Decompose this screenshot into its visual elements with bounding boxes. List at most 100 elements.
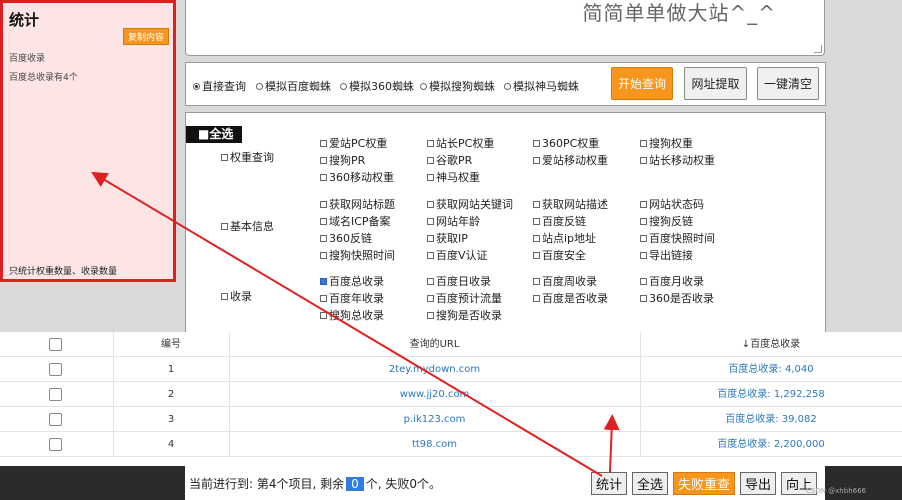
checkbox-icon [320,174,327,181]
option-checkbox[interactable]: 站点ip地址 [533,230,596,246]
option-checkbox[interactable]: 爱站PC权重 [320,135,387,151]
checkbox-icon [640,218,647,225]
checkbox-icon [221,154,228,161]
radio-icon [504,83,511,90]
checkbox-icon [320,218,327,225]
radio-sogou-spider[interactable]: 模拟搜狗蜘蛛 [420,78,495,94]
retry-failed-button[interactable]: 失败重查 [673,472,735,495]
url-textarea[interactable]: 简简单单做大站^_^ [185,0,825,56]
option-checkbox[interactable]: 百度日收录 [427,273,491,289]
table-row: 2 www.jj20.com 百度总收录: 1,292,258 [0,382,902,407]
checkbox-icon [427,278,434,285]
radio-360-spider[interactable]: 模拟360蜘蛛 [340,78,414,94]
checkbox-icon [427,157,434,164]
checkbox-icon [427,140,434,147]
option-checkbox[interactable]: 搜狗反链 [640,213,693,229]
option-checkbox[interactable]: 站长PC权重 [427,135,494,151]
clear-all-button[interactable]: 一键清空 [757,67,819,100]
checkbox-icon [221,223,228,230]
option-checkbox[interactable]: 搜狗权重 [640,135,693,151]
option-checkbox[interactable]: 360PC权重 [533,135,599,151]
option-checkbox[interactable]: 360反链 [320,230,372,246]
category-basic-info[interactable]: 基本信息 [221,218,274,234]
row-checkbox[interactable] [49,363,62,376]
resize-grip-icon[interactable] [814,45,822,53]
option-checkbox[interactable]: 域名ICP备案 [320,213,391,229]
checkbox-icon [320,140,327,147]
option-checkbox[interactable]: 获取网站描述 [533,196,608,212]
checkbox-icon [533,278,540,285]
option-checkbox[interactable]: 百度反链 [533,213,586,229]
row-baidu-total-link[interactable]: 百度总收录: 39,082 [640,407,902,432]
results-table: 编号 查询的URL ↓百度总收录 1 2tey.mydown.com 百度总收录: … [0,332,902,466]
category-weight[interactable]: 权重查询 [221,149,274,165]
checkbox-icon [533,235,540,242]
option-checkbox[interactable]: 百度安全 [533,247,586,263]
row-checkbox[interactable] [49,413,62,426]
stats-panel: 统计 复制内容 百度收录 百度总收录有4个 只统计权重数量、收录数量 [0,0,176,282]
header-url[interactable]: 查询的URL [229,332,640,357]
option-checkbox[interactable]: 搜狗总收录 [320,307,384,323]
option-checkbox[interactable]: 百度预计流量 [427,290,502,306]
row-url-link[interactable]: tt98.com [229,432,640,457]
row-num: 3 [167,414,175,425]
radio-checked-icon [193,83,200,90]
row-url-link[interactable]: p.ik123.com [229,407,640,432]
select-all-toggle[interactable]: ■全选 [186,126,242,143]
option-checkbox[interactable]: 百度周收录 [533,273,597,289]
select-all-button[interactable]: 全选 [632,472,668,495]
option-checkbox[interactable]: 获取网站标题 [320,196,395,212]
row-checkbox[interactable] [49,388,62,401]
checkbox-icon [640,235,647,242]
row-url-link[interactable]: www.jj20.com [229,382,640,407]
row-num: 1 [167,364,175,375]
option-checkbox[interactable]: 百度年收录 [320,290,384,306]
stats-title: 统计 [9,11,40,29]
radio-icon [420,83,427,90]
radio-direct-query[interactable]: 直接查询 [193,78,246,94]
header-checkbox[interactable] [49,338,62,351]
option-checkbox[interactable]: 百度总收录 [320,273,384,289]
checkbox-icon [427,295,434,302]
row-baidu-total-link[interactable]: 百度总收录: 4,040 [640,357,902,382]
header-baidu-total[interactable]: ↓百度总收录 [640,332,902,357]
option-checkbox[interactable]: 获取IP [427,230,468,246]
header-num[interactable]: 编号 [113,332,229,357]
stats-button[interactable]: 统计 [591,472,627,495]
option-checkbox[interactable]: 360移动权重 [320,169,394,185]
option-checkbox[interactable]: 神马权重 [427,169,480,185]
radio-baidu-spider[interactable]: 模拟百度蜘蛛 [256,78,331,94]
remaining-count: 0 [346,477,364,491]
row-checkbox[interactable] [49,438,62,451]
checkbox-icon [320,235,327,242]
bottom-bar: 当前进行到: 第4个项目, 剩余 0 个, 失败0个。 统计 全选 失败重查 导出 … [0,466,902,500]
option-checkbox[interactable]: 搜狗快照时间 [320,247,395,263]
option-checkbox[interactable]: 搜狗是否收录 [427,307,502,323]
checkbox-icon [640,140,647,147]
option-checkbox[interactable]: 网站年龄 [427,213,480,229]
category-index[interactable]: 收录 [221,288,252,304]
option-checkbox[interactable]: 谷歌PR [427,152,472,168]
export-button[interactable]: 导出 [740,472,776,495]
option-checkbox[interactable]: 360是否收录 [640,290,714,306]
option-checkbox[interactable]: 百度快照时间 [640,230,715,246]
option-checkbox[interactable]: 获取网站关键词 [427,196,513,212]
option-checkbox[interactable]: 百度是否收录 [533,290,608,306]
option-checkbox[interactable]: 站长移动权重 [640,152,715,168]
radio-shenma-spider[interactable]: 模拟神马蜘蛛 [504,78,579,94]
option-checkbox[interactable]: 百度月收录 [640,273,704,289]
option-checkbox[interactable]: 百度V认证 [427,247,488,263]
url-extract-button[interactable]: 网址提取 [684,67,747,100]
option-checkbox[interactable]: 网站状态码 [640,196,704,212]
checkbox-icon [533,140,540,147]
row-url-link[interactable]: 2tey.mydown.com [229,357,640,382]
row-baidu-total-link[interactable]: 百度总收录: 2,200,000 [640,432,902,457]
checkbox-icon [320,252,327,259]
copy-content-button[interactable]: 复制内容 [123,28,169,45]
option-checkbox[interactable]: 导出链接 [640,247,693,263]
row-num: 2 [167,389,175,400]
option-checkbox[interactable]: 爱站移动权重 [533,152,608,168]
option-checkbox[interactable]: 搜狗PR [320,152,365,168]
start-query-button[interactable]: 开始查询 [611,67,673,100]
row-baidu-total-link[interactable]: 百度总收录: 1,292,258 [640,382,902,407]
